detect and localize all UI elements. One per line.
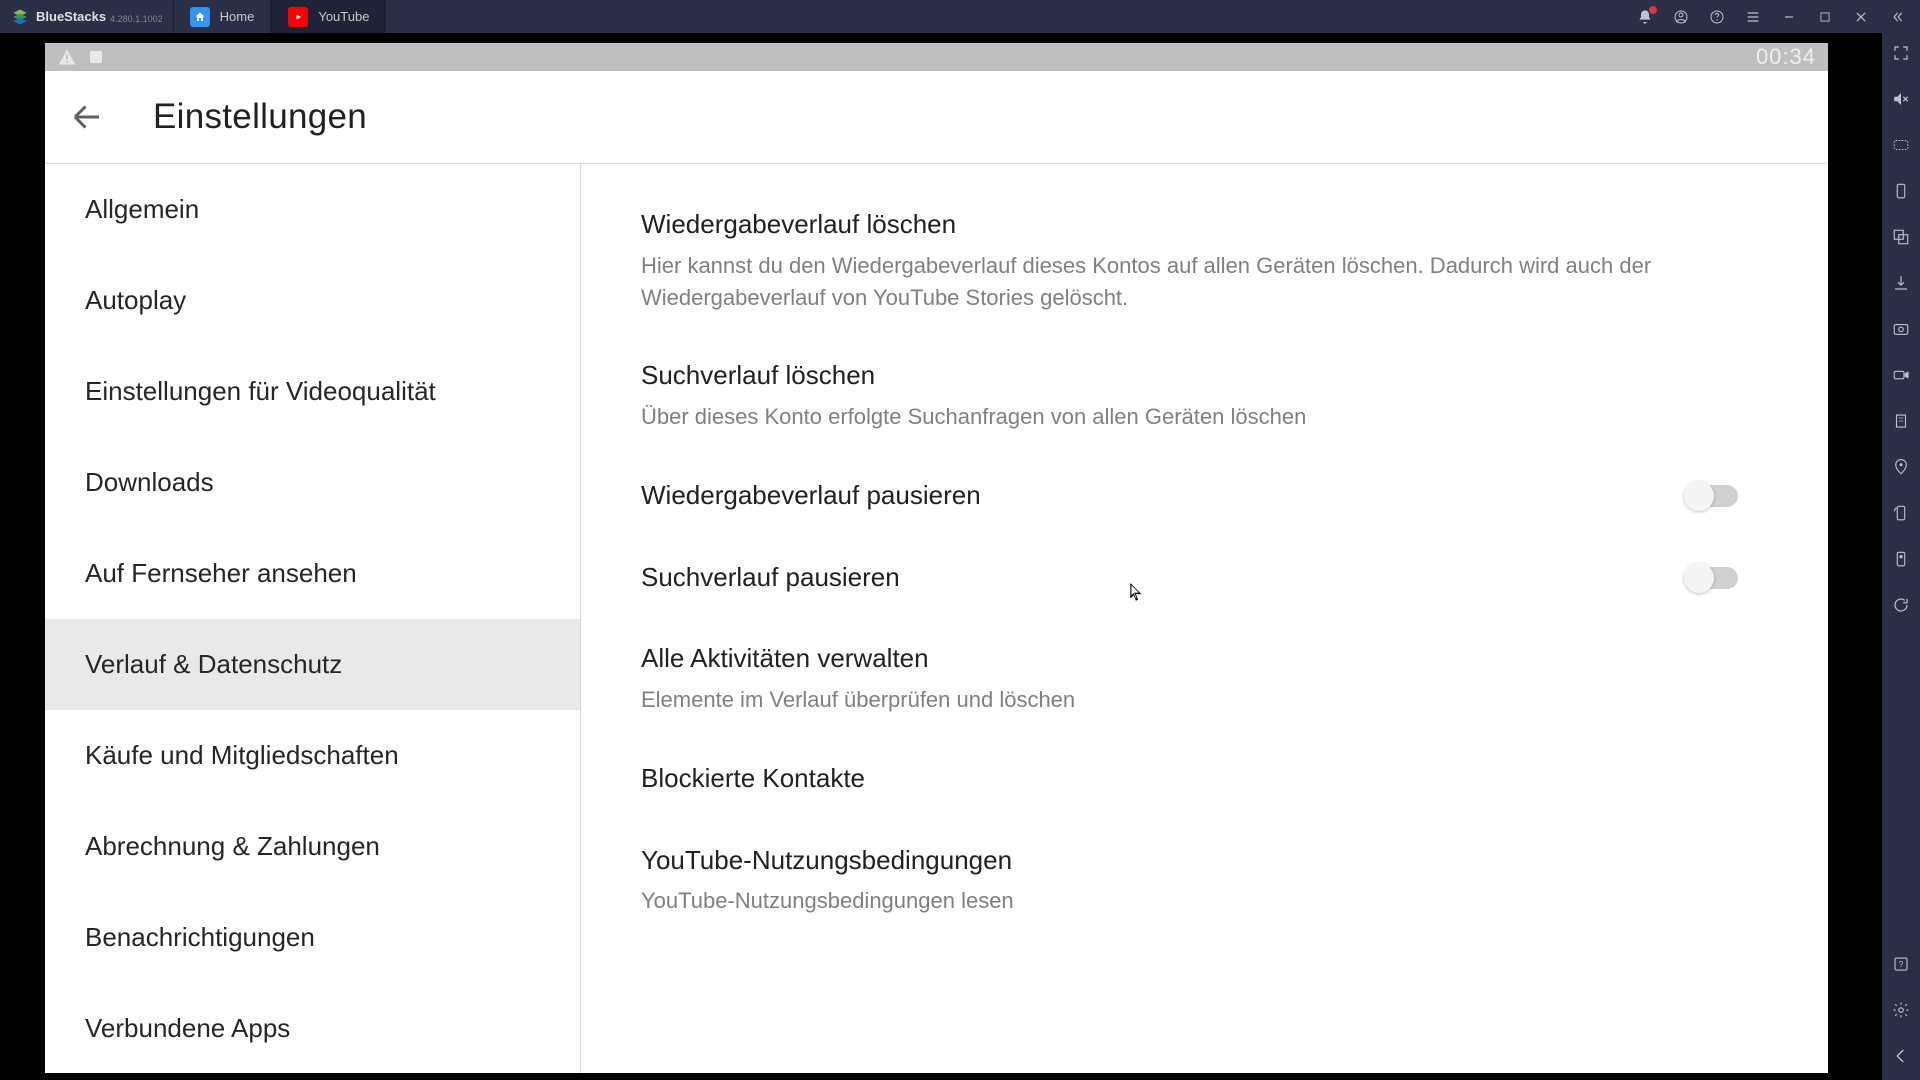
android-back-icon[interactable] [1891, 1046, 1911, 1066]
setting-title: Suchverlauf pausieren [641, 559, 1686, 597]
rotate-icon[interactable] [1891, 503, 1911, 523]
tab-home[interactable]: Home [173, 0, 272, 33]
notifications-icon[interactable] [1636, 8, 1654, 26]
account-icon[interactable] [1672, 8, 1690, 26]
toggle-knob [1684, 481, 1714, 511]
setting-desc: Über dieses Konto erfolgte Suchanfragen … [641, 401, 1701, 433]
status-warning-icon [57, 47, 77, 67]
nav-label: Einstellungen für Videoqualität [85, 376, 436, 406]
page-title: Einstellungen [153, 97, 367, 137]
setting-title: Blockierte Kontakte [641, 760, 1768, 798]
sync-icon[interactable] [1891, 595, 1911, 615]
tab-label: Home [220, 9, 255, 24]
hamburger-menu-icon[interactable] [1744, 8, 1762, 26]
toggle-knob [1684, 563, 1714, 593]
svg-text:?: ? [1899, 960, 1904, 969]
bluestacks-name: BlueStacks [36, 9, 106, 24]
media-folder-icon[interactable] [1891, 549, 1911, 569]
nav-item-video-quality[interactable]: Einstellungen für Videoqualität [45, 346, 580, 437]
setting-pause-watch-history[interactable]: Wiedergabeverlauf pausieren [641, 455, 1768, 537]
toggle-switch[interactable] [1686, 567, 1738, 589]
setting-title: Wiedergabeverlauf pausieren [641, 477, 1686, 515]
bluestacks-brand: BlueStacks 4.280.1.1002 [0, 7, 173, 27]
setting-desc: Elemente im Verlauf überprüfen und lösch… [641, 684, 1701, 716]
home-icon [190, 7, 210, 27]
maximize-icon[interactable] [1816, 8, 1834, 26]
status-clock: 00:34 [1756, 44, 1816, 70]
tab-label: YouTube [318, 9, 369, 24]
nav-label: Auf Fernseher ansehen [85, 558, 357, 588]
status-app-icon [87, 48, 105, 66]
settings-body: Allgemein Autoplay Einstellungen für Vid… [45, 164, 1828, 1073]
tab-youtube[interactable]: YouTube [271, 0, 386, 33]
screenshot-icon[interactable] [1891, 319, 1911, 339]
nav-label: Benachrichtigungen [85, 922, 315, 952]
minimize-icon[interactable] [1780, 8, 1798, 26]
settings-nav[interactable]: Allgemein Autoplay Einstellungen für Vid… [45, 164, 581, 1073]
nav-item-downloads[interactable]: Downloads [45, 437, 580, 528]
setting-title: Suchverlauf löschen [641, 357, 1768, 395]
toggle-switch[interactable] [1686, 485, 1738, 507]
install-apk-icon[interactable] [1891, 273, 1911, 293]
nav-label: Allgemein [85, 194, 199, 224]
settings-header: Einstellungen [45, 71, 1828, 164]
nav-label: Verlauf & Datenschutz [85, 649, 342, 679]
nav-item-billing[interactable]: Abrechnung & Zahlungen [45, 801, 580, 892]
nav-label: Käufe und Mitgliedschaften [85, 740, 399, 770]
android-app-frame: 00:34 Einstellungen Allgemein Autoplay E… [45, 43, 1828, 1073]
bluestacks-side-toolbar: ? [1882, 33, 1920, 1080]
nav-item-connected-apps[interactable]: Verbundene Apps [45, 983, 580, 1073]
nav-item-autoplay[interactable]: Autoplay [45, 255, 580, 346]
setting-clear-search-history[interactable]: Suchverlauf löschen Über dieses Konto er… [641, 335, 1768, 455]
location-icon[interactable] [1891, 457, 1911, 477]
nav-item-tv[interactable]: Auf Fernseher ansehen [45, 528, 580, 619]
fullscreen-icon[interactable] [1891, 43, 1911, 63]
keymap-icon[interactable] [1891, 135, 1911, 155]
collapse-sidepanel-icon[interactable] [1888, 8, 1906, 26]
android-status-bar: 00:34 [45, 43, 1828, 71]
close-icon[interactable] [1852, 8, 1870, 26]
nav-label: Verbundene Apps [85, 1013, 290, 1043]
nav-item-allgemein[interactable]: Allgemein [45, 164, 580, 255]
settings-gear-icon[interactable] [1891, 1000, 1911, 1020]
youtube-icon [288, 7, 308, 27]
setting-title: Wiedergabeverlauf löschen [641, 206, 1768, 244]
nav-label: Abrechnung & Zahlungen [85, 831, 380, 861]
back-arrow-icon[interactable] [67, 97, 107, 137]
setting-desc: YouTube-Nutzungsbedingungen lesen [641, 885, 1701, 917]
nav-item-history-privacy[interactable]: Verlauf & Datenschutz [45, 619, 580, 710]
shake-icon[interactable] [1891, 181, 1911, 201]
bluestacks-version: 4.280.1.1002 [110, 14, 163, 24]
setting-desc: Hier kannst du den Wiedergabeverlauf die… [641, 250, 1701, 314]
bluestacks-title-bar: BlueStacks 4.280.1.1002 Home YouTube [0, 0, 1920, 33]
volume-mute-icon[interactable] [1891, 89, 1911, 109]
nav-item-purchases[interactable]: Käufe und Mitgliedschaften [45, 710, 580, 801]
help-icon[interactable] [1708, 8, 1726, 26]
help2-icon[interactable]: ? [1891, 954, 1911, 974]
setting-youtube-terms[interactable]: YouTube-Nutzungsbedingungen YouTube-Nutz… [641, 820, 1768, 940]
nav-label: Autoplay [85, 285, 186, 315]
setting-title: YouTube-Nutzungsbedingungen [641, 842, 1768, 880]
multi-instance-icon[interactable] [1891, 227, 1911, 247]
nav-item-notifications[interactable]: Benachrichtigungen [45, 892, 580, 983]
setting-pause-search-history[interactable]: Suchverlauf pausieren [641, 537, 1768, 619]
setting-title: Alle Aktivitäten verwalten [641, 640, 1768, 678]
setting-clear-watch-history[interactable]: Wiedergabeverlauf löschen Hier kannst du… [641, 184, 1768, 335]
setting-manage-activity[interactable]: Alle Aktivitäten verwalten Elemente im V… [641, 618, 1768, 738]
app-viewport: 00:34 Einstellungen Allgemein Autoplay E… [0, 33, 1882, 1080]
record-icon[interactable] [1891, 365, 1911, 385]
bluestacks-logo-icon [10, 7, 30, 27]
setting-blocked-contacts[interactable]: Blockierte Kontakte [641, 738, 1768, 820]
macro-icon[interactable] [1891, 411, 1911, 431]
nav-label: Downloads [85, 467, 214, 497]
titlebar-right-controls [1636, 8, 1920, 26]
settings-content[interactable]: Wiedergabeverlauf löschen Hier kannst du… [581, 164, 1828, 1073]
